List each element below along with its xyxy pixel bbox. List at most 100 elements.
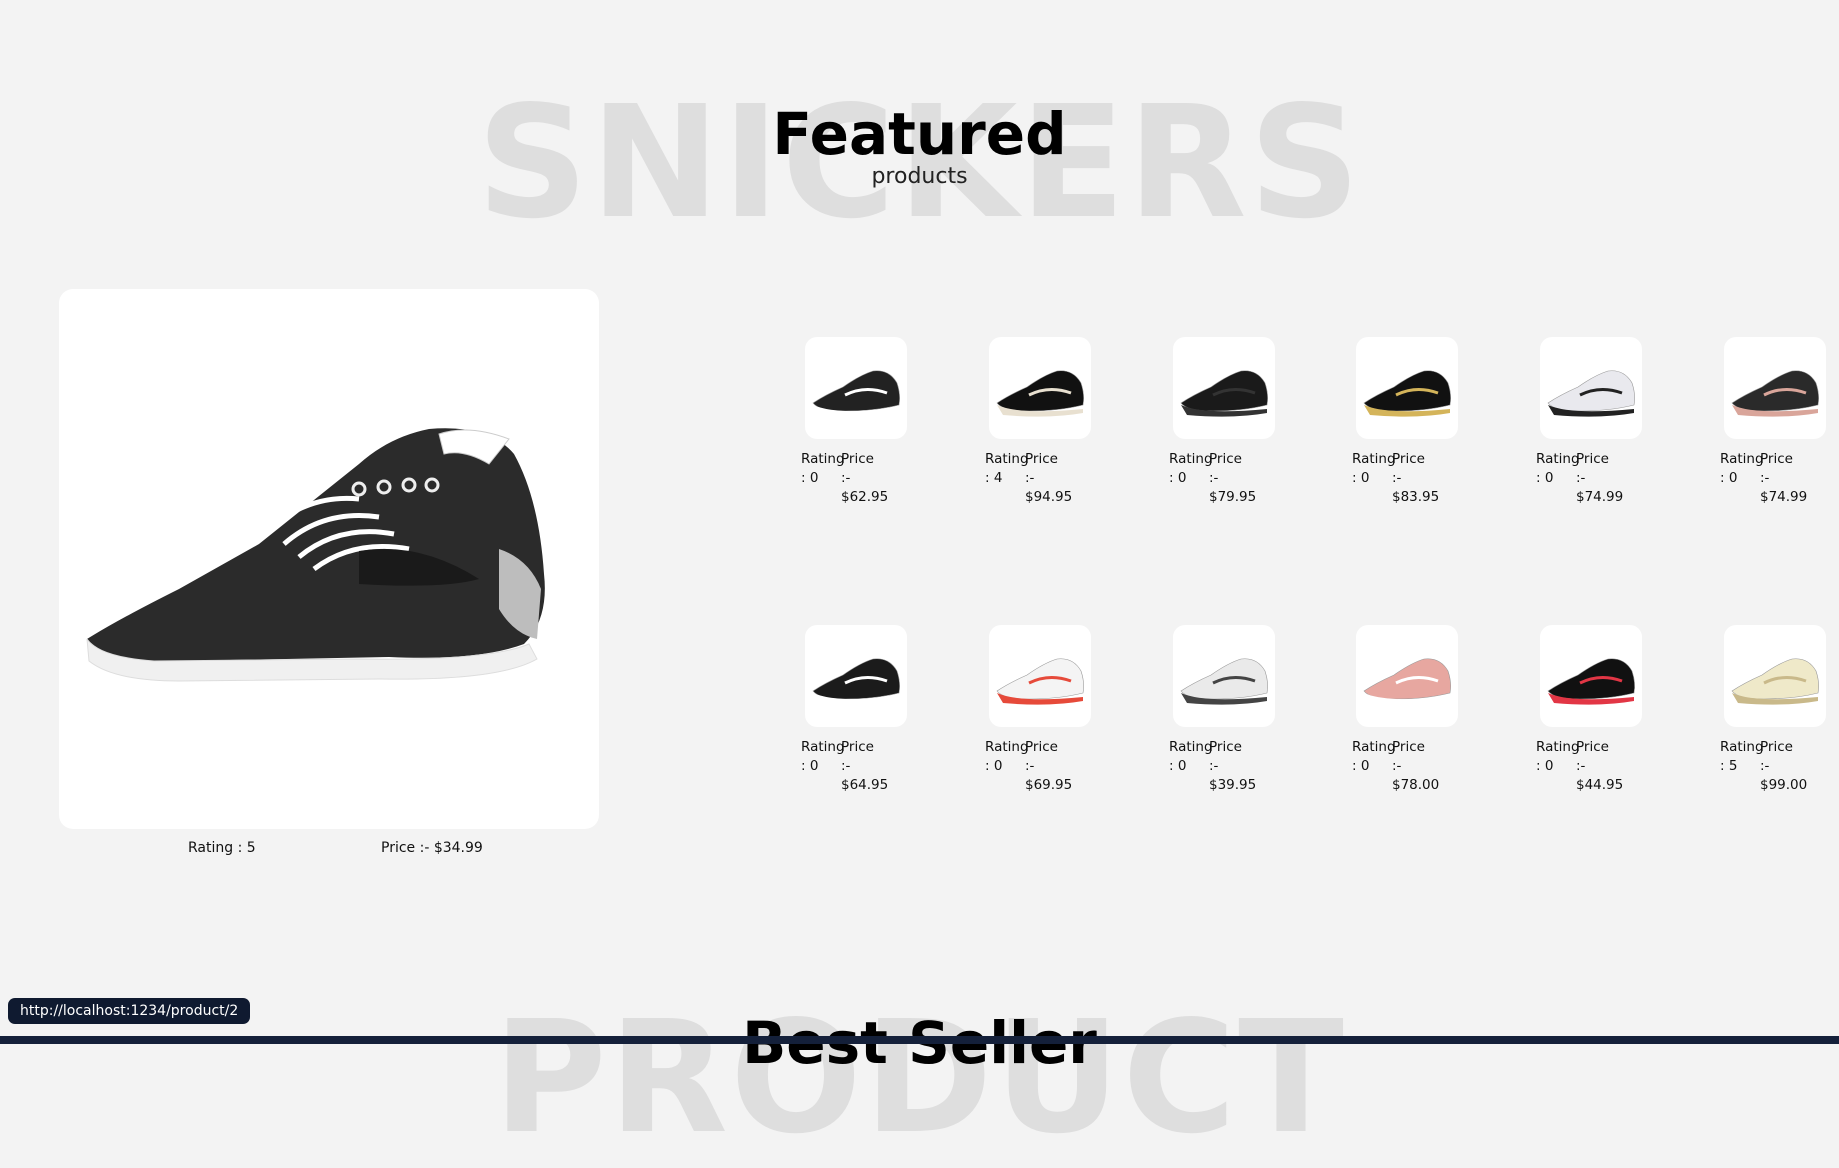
price-separator: :- bbox=[1576, 470, 1586, 486]
featured-subtitle: products bbox=[871, 164, 968, 189]
rating-label: Rating bbox=[985, 451, 1029, 467]
shoe-image bbox=[812, 370, 900, 417]
product-rating: Rating : 0 bbox=[985, 738, 1029, 776]
rating-value: : 0 bbox=[1169, 758, 1187, 774]
price-label: Price bbox=[1025, 451, 1058, 467]
price-separator: :- bbox=[841, 470, 851, 486]
product-thumbnail[interactable] bbox=[1540, 625, 1642, 727]
rating-label: Rating bbox=[1352, 739, 1396, 755]
product-rating: Rating: 0 bbox=[1536, 450, 1580, 488]
price-label: Price bbox=[1392, 739, 1425, 755]
rating-label: Rating bbox=[1352, 451, 1396, 467]
product-price: Price:- $79.95 bbox=[1209, 450, 1256, 507]
product-rating: Rating: 5 bbox=[1720, 738, 1764, 776]
price-value: $94.95 bbox=[1025, 489, 1073, 505]
featured-price: Price :- $34.99 bbox=[381, 840, 483, 856]
price-label: Price bbox=[841, 739, 874, 755]
rating-value: : 0 bbox=[1536, 758, 1554, 774]
product-thumbnail[interactable] bbox=[1173, 337, 1275, 439]
rating-label: Rating bbox=[1720, 451, 1764, 467]
price-value: $78.00 bbox=[1392, 777, 1440, 793]
rating-label: Rating bbox=[1536, 739, 1580, 755]
product-thumbnail[interactable] bbox=[805, 337, 907, 439]
product-thumbnail[interactable] bbox=[1356, 625, 1458, 727]
price-label: Price bbox=[841, 451, 874, 467]
featured-rating: Rating : 5 bbox=[188, 840, 256, 856]
shoe-image bbox=[1547, 370, 1635, 417]
rating-value: : 0 bbox=[801, 470, 819, 486]
product-rating: Rating : 0 bbox=[1352, 450, 1396, 488]
product-price: Price :- $39.95 bbox=[1209, 738, 1256, 795]
product-price: Price :- $74.99 bbox=[1760, 450, 1807, 507]
featured-title: Featured bbox=[772, 100, 1067, 168]
product-price: Price :- $69.95 bbox=[1025, 738, 1072, 795]
price-value: $62.95 bbox=[841, 489, 889, 505]
shoe-image bbox=[1180, 658, 1268, 705]
shoe-image bbox=[1731, 370, 1819, 417]
shoe-image bbox=[996, 370, 1084, 417]
price-value: $39.95 bbox=[1209, 777, 1257, 793]
product-rating: Rating : 0 bbox=[1536, 738, 1580, 776]
price-value: $79.95 bbox=[1209, 489, 1257, 505]
product-price: Price :- $99.00 bbox=[1760, 738, 1807, 795]
price-value: $83.95 bbox=[1392, 489, 1440, 505]
rating-label: Rating bbox=[1169, 451, 1213, 467]
price-separator: :- bbox=[1760, 470, 1770, 486]
product-thumbnail[interactable] bbox=[989, 337, 1091, 439]
rating-label: Rating bbox=[1169, 739, 1213, 755]
price-separator: :- bbox=[1025, 758, 1035, 774]
price-label: Price bbox=[1392, 451, 1425, 467]
price-label: Price bbox=[1025, 739, 1058, 755]
shoe-image bbox=[1180, 370, 1268, 417]
product-price: Price:- $74.99 bbox=[1576, 450, 1623, 507]
product-rating: Rating : 4 bbox=[985, 450, 1029, 488]
rating-label: Rating bbox=[1536, 451, 1580, 467]
price-separator: :- bbox=[1025, 470, 1035, 486]
rating-label: Rating bbox=[985, 739, 1029, 755]
shoe-image bbox=[812, 658, 900, 705]
product-rating: Rating : 0 bbox=[1169, 738, 1213, 776]
price-separator: :- bbox=[1209, 758, 1219, 774]
product-rating: Rating: 0 bbox=[1720, 450, 1764, 488]
price-separator: :- bbox=[1760, 758, 1770, 774]
price-value: $99.00 bbox=[1760, 777, 1808, 793]
price-separator: :- bbox=[841, 758, 851, 774]
product-rating: Rating : 0 bbox=[1169, 450, 1213, 488]
price-value: $69.95 bbox=[1025, 777, 1073, 793]
rating-value: : 0 bbox=[1352, 470, 1370, 486]
product-thumbnail[interactable] bbox=[1724, 625, 1826, 727]
shoe-image bbox=[1363, 370, 1451, 417]
rating-value: : 4 bbox=[985, 470, 1003, 486]
price-value: $74.99 bbox=[1760, 489, 1808, 505]
rating-value: : 0 bbox=[1352, 758, 1370, 774]
featured-main-product-card[interactable] bbox=[59, 289, 599, 829]
price-separator: :- bbox=[1392, 470, 1402, 486]
product-price: Price :- $94.95 bbox=[1025, 450, 1072, 507]
price-separator: :- bbox=[1576, 758, 1586, 774]
price-value: $64.95 bbox=[841, 777, 889, 793]
product-rating: Rating: 0 bbox=[801, 738, 845, 776]
product-thumbnail[interactable] bbox=[1540, 337, 1642, 439]
product-thumbnail[interactable] bbox=[989, 625, 1091, 727]
rating-value: : 0 bbox=[985, 758, 1003, 774]
price-label: Price bbox=[1760, 739, 1793, 755]
product-thumbnail[interactable] bbox=[1724, 337, 1826, 439]
price-label: Price bbox=[1209, 739, 1242, 755]
product-thumbnail[interactable] bbox=[1356, 337, 1458, 439]
price-value: $74.99 bbox=[1576, 489, 1624, 505]
price-label: Price bbox=[1760, 451, 1793, 467]
product-price: Price :- $44.95 bbox=[1576, 738, 1623, 795]
shoe-image bbox=[1363, 658, 1451, 705]
price-label: Price bbox=[1576, 739, 1609, 755]
product-thumbnail[interactable] bbox=[1173, 625, 1275, 727]
bottom-strip bbox=[0, 1036, 1839, 1044]
product-thumbnail[interactable] bbox=[805, 625, 907, 727]
rating-value: : 0 bbox=[1169, 470, 1187, 486]
shoe-image bbox=[1731, 658, 1819, 705]
price-value: $44.95 bbox=[1576, 777, 1624, 793]
product-price: Price :- $78.00 bbox=[1392, 738, 1439, 795]
product-price: Price :- $62.95 bbox=[841, 450, 888, 507]
rating-label: Rating bbox=[1720, 739, 1764, 755]
price-separator: :- bbox=[1392, 758, 1402, 774]
shoe-image bbox=[1547, 658, 1635, 705]
